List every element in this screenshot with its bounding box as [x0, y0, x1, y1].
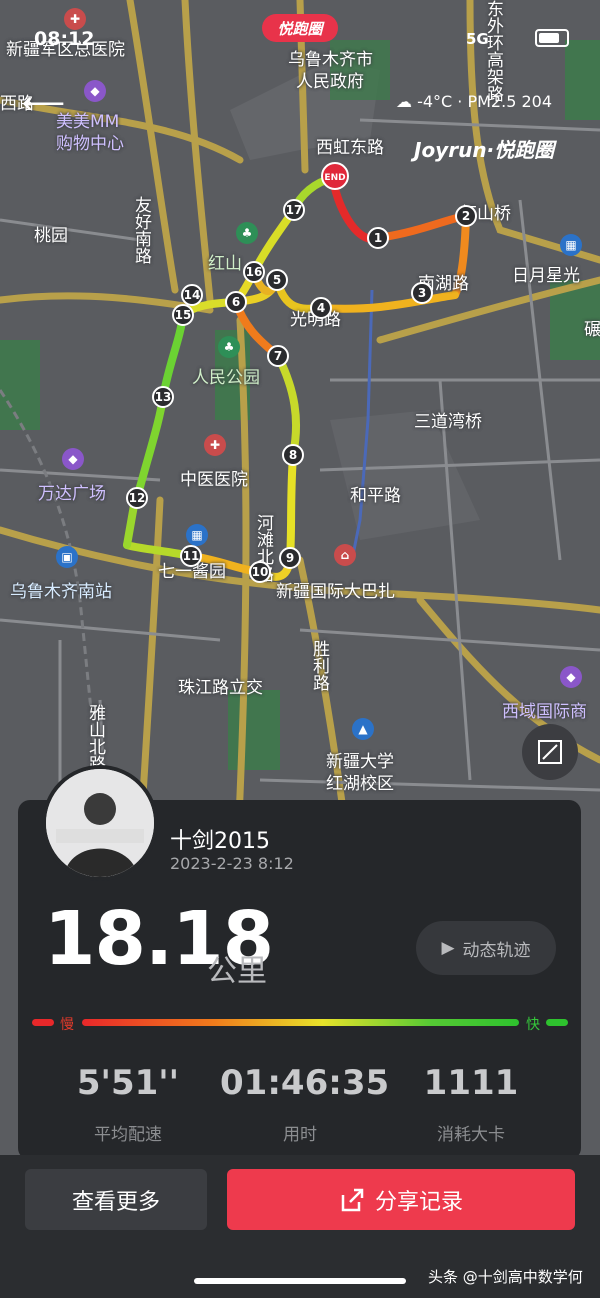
- km-marker-label: 1: [374, 231, 382, 245]
- distance-unit: 公里: [207, 954, 267, 989]
- stat-value: 01:46:35: [220, 1063, 390, 1103]
- stat-calories: 1111 消耗大卡: [391, 1066, 551, 1145]
- km-marker-label: 12: [129, 491, 146, 505]
- share-icon: [341, 1188, 364, 1211]
- brand-watermark: Joyrun·悦跑圈: [414, 138, 555, 162]
- battery-icon: [535, 29, 569, 47]
- km-marker-label: 4: [317, 301, 325, 315]
- play-icon: ▶: [441, 938, 455, 958]
- stat-value: 5'51'': [76, 1063, 180, 1103]
- km-marker-label: 9: [286, 551, 294, 565]
- km-marker-label: 5: [273, 273, 281, 287]
- pace-scale-fast-swatch: [546, 1019, 568, 1026]
- expand-image-icon: [538, 740, 562, 764]
- pace-gradient-bar: [82, 1019, 519, 1026]
- source-watermark: 头条 @十剑高中数学何: [428, 1268, 583, 1286]
- weather-readout: ☁ -4°C · PM2.5 204: [396, 92, 552, 111]
- weather-text: -4°C · PM2.5 204: [417, 92, 552, 111]
- km-marker-label: 7: [274, 349, 282, 363]
- clock: 08:12: [34, 28, 95, 50]
- brand-pill: 悦跑圈: [262, 14, 338, 42]
- stat-duration: 01:46:35 用时: [220, 1063, 390, 1145]
- fullscreen-button[interactable]: [522, 724, 578, 780]
- km-marker-label: 3: [418, 286, 426, 300]
- km-marker-label: 14: [184, 288, 201, 302]
- km-marker-label: 13: [155, 390, 172, 404]
- record-date: 2023-2-23 8:12: [170, 854, 294, 873]
- stat-value: 1111: [423, 1063, 519, 1103]
- svg-text:END: END: [324, 173, 345, 183]
- end-marker: END: [321, 162, 349, 190]
- km-marker-label: 2: [462, 209, 470, 223]
- dynamic-track-label: 动态轨迹: [462, 940, 531, 961]
- status-bar: 08:12 悦跑圈 5G: [0, 0, 600, 70]
- back-arrow-icon[interactable]: ⟵: [22, 86, 65, 121]
- km-marker-label: 11: [183, 549, 200, 563]
- km-marker-label: 16: [246, 265, 263, 279]
- km-marker-label: 15: [175, 308, 192, 322]
- pace-scale-slow: 慢: [60, 1017, 74, 1033]
- share-label: 分享记录: [374, 1189, 463, 1215]
- stat-label: 消耗大卡: [437, 1125, 505, 1145]
- dynamic-track-button[interactable]: ▶ 动态轨迹: [416, 921, 556, 975]
- stat-avg-pace: 5'51'' 平均配速: [48, 1066, 208, 1145]
- user-name: 十剑2015: [170, 829, 270, 854]
- share-record-button[interactable]: 分享记录: [227, 1169, 575, 1230]
- pace-scale-fast: 快: [526, 1017, 540, 1033]
- view-more-button[interactable]: 查看更多: [25, 1169, 207, 1230]
- home-indicator[interactable]: [194, 1278, 406, 1284]
- stat-label: 平均配速: [94, 1125, 162, 1145]
- km-marker-label: 6: [232, 295, 240, 309]
- stat-label: 用时: [283, 1125, 317, 1145]
- pace-scale-slow-swatch: [32, 1019, 54, 1026]
- km-marker-label: 10: [252, 565, 269, 579]
- avatar[interactable]: [42, 765, 158, 881]
- km-marker-label: 8: [289, 448, 297, 462]
- km-marker-label: 17: [286, 203, 303, 217]
- network-indicator: 5G: [466, 30, 489, 48]
